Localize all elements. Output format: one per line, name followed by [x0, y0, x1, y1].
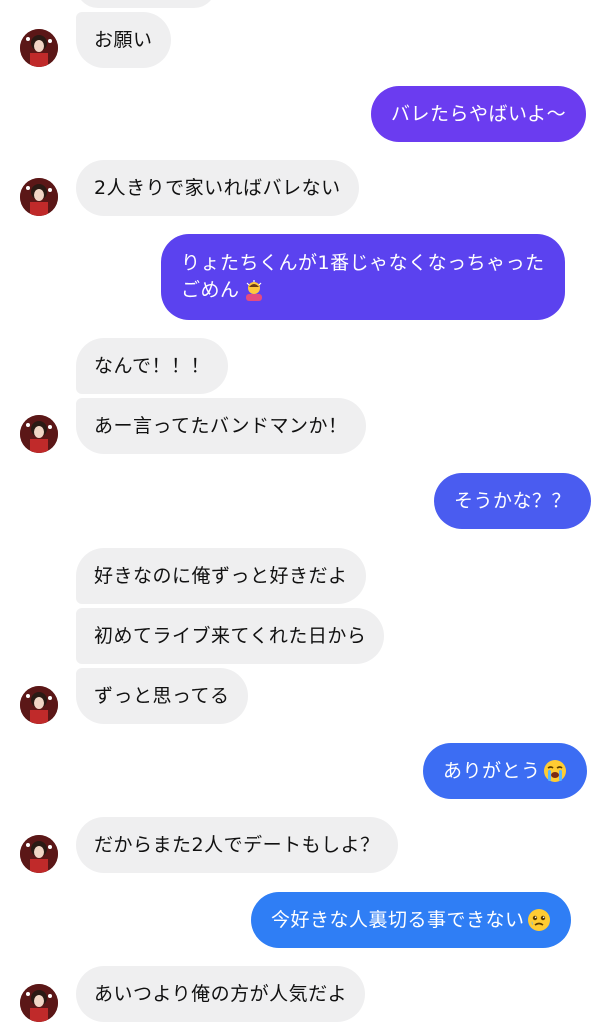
- contact-avatar[interactable]: [20, 984, 58, 1022]
- incoming-message-bubble[interactable]: 好きなのに俺ずっと好きだよ: [76, 548, 366, 604]
- message-text: 今好きな人裏切る事できない: [271, 908, 525, 931]
- contact-avatar[interactable]: [20, 686, 58, 724]
- message-text: ずっと思ってる: [94, 684, 230, 707]
- contact-avatar[interactable]: [20, 178, 58, 216]
- outgoing-message-bubble[interactable]: りょたちくんが1番じゃなくなっちゃった ごめん: [161, 234, 565, 320]
- message-text: 2人きりで家いればバレない: [94, 176, 341, 199]
- outgoing-message-bubble[interactable]: ありがとう: [423, 743, 587, 799]
- watermark-logo-icon: [368, 978, 394, 1010]
- incoming-message-bubble[interactable]: 初めてライブ来てくれた日から: [76, 608, 385, 664]
- message-text: 好きなのに俺ずっと好きだよ: [94, 564, 348, 587]
- contact-avatar[interactable]: [20, 835, 58, 873]
- message-text: だからまた2人でデートもしよ？: [94, 833, 380, 856]
- message-text: バレたらやばいよ〜: [391, 102, 567, 125]
- loudly-crying-face-icon: [543, 760, 566, 782]
- contact-avatar[interactable]: [20, 29, 58, 67]
- message-text-line1: りょたちくんが1番じゃなくなっちゃった: [181, 252, 545, 274]
- message-text: 初めてライブ来てくれた日から: [94, 624, 367, 647]
- partial-message-bubble: [76, 0, 216, 8]
- outgoing-message-bubble[interactable]: バレたらやばいよ〜: [371, 86, 587, 142]
- message-text: なんで！！！: [94, 354, 211, 377]
- message-text: そうかな？？: [454, 489, 572, 512]
- outgoing-message-bubble[interactable]: 今好きな人裏切る事できない: [251, 892, 571, 948]
- incoming-message-bubble[interactable]: 2人きりで家いればバレない: [76, 160, 359, 216]
- bowing-person-emoji-icon: [245, 279, 262, 301]
- incoming-message-bubble[interactable]: なんで！！！: [76, 338, 229, 394]
- outgoing-message-bubble[interactable]: そうかな？？: [434, 473, 592, 529]
- contact-avatar[interactable]: [20, 415, 58, 453]
- incoming-message-bubble[interactable]: あいつより俺の方が人気だよ: [76, 966, 366, 1022]
- incoming-message-bubble[interactable]: あー言ってたバンドマンか！: [76, 398, 366, 454]
- face-holding-back-tears-icon: [527, 909, 550, 931]
- message-text: お願い: [94, 28, 153, 51]
- message-text: あー言ってたバンドマンか！: [94, 414, 348, 437]
- incoming-message-bubble[interactable]: ずっと思ってる: [76, 668, 248, 724]
- message-text: あいつより俺の方が人気だよ: [94, 982, 348, 1005]
- message-text-line2: ごめん: [181, 279, 240, 301]
- incoming-message-bubble[interactable]: だからまた2人でデートもしよ？: [76, 817, 398, 873]
- message-text: ありがとう: [443, 759, 541, 782]
- chat-thread[interactable]: お願い バレたらやばいよ〜 2人きりで家いればバレない りょたちくんが1番じゃな…: [0, 0, 601, 1024]
- incoming-message-bubble[interactable]: お願い: [76, 12, 171, 68]
